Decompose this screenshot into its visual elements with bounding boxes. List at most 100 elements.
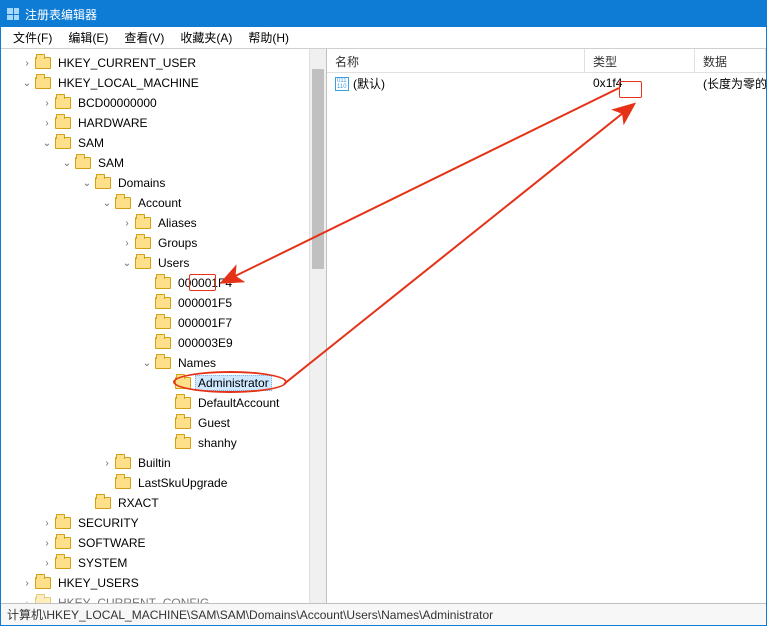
- cell-name: (默认): [327, 73, 585, 94]
- menu-edit[interactable]: 编辑(E): [60, 27, 116, 48]
- folder-icon: [55, 517, 71, 529]
- tree-node-rxact[interactable]: ·RXACT: [1, 493, 326, 513]
- tree-node-bcd[interactable]: ›BCD00000000: [1, 93, 326, 113]
- tree-node-software[interactable]: ›SOFTWARE: [1, 533, 326, 553]
- folder-icon: [175, 437, 191, 449]
- folder-icon: [155, 277, 171, 289]
- folder-icon: [175, 417, 191, 429]
- chevron-down-icon[interactable]: ⌄: [21, 78, 33, 89]
- list-header: 名称 类型 数据: [327, 49, 766, 73]
- tree-vertical-scrollbar[interactable]: [309, 49, 326, 603]
- folder-icon: [135, 237, 151, 249]
- folder-icon: [155, 357, 171, 369]
- column-data[interactable]: 数据: [695, 49, 766, 72]
- chevron-right-icon[interactable]: ›: [121, 238, 133, 249]
- scrollbar-thumb[interactable]: [312, 69, 324, 269]
- folder-icon: [55, 97, 71, 109]
- chevron-down-icon[interactable]: ⌄: [141, 358, 153, 369]
- tree-node-names[interactable]: ⌄Names: [1, 353, 326, 373]
- menu-favorites[interactable]: 收藏夹(A): [172, 27, 240, 48]
- folder-icon: [55, 117, 71, 129]
- tree-node-lastskuupgrade[interactable]: ·LastSkuUpgrade: [1, 473, 326, 493]
- tree-node-000001f5[interactable]: ·000001F5: [1, 293, 326, 313]
- chevron-right-icon[interactable]: ›: [41, 518, 53, 529]
- column-type[interactable]: 类型: [585, 49, 695, 72]
- folder-icon: [35, 57, 51, 69]
- chevron-right-icon[interactable]: ›: [41, 98, 53, 109]
- cell-type: 0x1f4: [585, 74, 695, 92]
- chevron-right-icon[interactable]: ›: [41, 538, 53, 549]
- chevron-right-icon[interactable]: ›: [121, 218, 133, 229]
- titlebar[interactable]: 注册表编辑器: [1, 1, 766, 27]
- folder-icon: [115, 197, 131, 209]
- chevron-right-icon[interactable]: ›: [101, 458, 113, 469]
- folder-icon: [135, 257, 151, 269]
- regedit-window: 注册表编辑器 文件(F) 编辑(E) 查看(V) 收藏夹(A) 帮助(H) ›H…: [0, 0, 767, 626]
- tree-node-builtin[interactable]: ›Builtin: [1, 453, 326, 473]
- tree-node-groups[interactable]: ›Groups: [1, 233, 326, 253]
- tree-node-domains[interactable]: ⌄Domains: [1, 173, 326, 193]
- folder-icon: [95, 177, 111, 189]
- tree-node-sam[interactable]: ⌄SAM: [1, 133, 326, 153]
- folder-icon: [35, 77, 51, 89]
- tree-node-hkcu[interactable]: ›HKEY_CURRENT_USER: [1, 53, 326, 73]
- tree-node-aliases[interactable]: ›Aliases: [1, 213, 326, 233]
- statusbar: 计算机\HKEY_LOCAL_MACHINE\SAM\SAM\Domains\A…: [1, 603, 766, 625]
- list-row[interactable]: (默认) 0x1f4 (长度为零的二: [327, 73, 766, 93]
- chevron-right-icon[interactable]: ›: [21, 578, 33, 589]
- tree-node-system[interactable]: ›SYSTEM: [1, 553, 326, 573]
- folder-icon: [55, 137, 71, 149]
- tree-pane: ›HKEY_CURRENT_USER ⌄HKEY_LOCAL_MACHINE ›…: [1, 49, 327, 603]
- list-pane: 名称 类型 数据 (默认) 0x1f4 (长度为零的二: [327, 49, 766, 603]
- folder-icon: [155, 317, 171, 329]
- menu-file[interactable]: 文件(F): [5, 27, 60, 48]
- tree-node-hklm[interactable]: ⌄HKEY_LOCAL_MACHINE: [1, 73, 326, 93]
- tree-node-administrator[interactable]: ·Administrator: [1, 373, 326, 393]
- chevron-right-icon[interactable]: ›: [41, 118, 53, 129]
- chevron-down-icon[interactable]: ⌄: [121, 258, 133, 269]
- column-name[interactable]: 名称: [327, 49, 585, 72]
- folder-icon: [115, 457, 131, 469]
- tree-node-sam2[interactable]: ⌄SAM: [1, 153, 326, 173]
- folder-icon: [155, 337, 171, 349]
- tree-node-account[interactable]: ⌄Account: [1, 193, 326, 213]
- content-area: ›HKEY_CURRENT_USER ⌄HKEY_LOCAL_MACHINE ›…: [1, 49, 766, 603]
- binary-value-icon: [335, 77, 349, 91]
- list-body[interactable]: (默认) 0x1f4 (长度为零的二: [327, 73, 766, 603]
- tree-node-000003e9[interactable]: ·000003E9: [1, 333, 326, 353]
- folder-icon: [175, 377, 191, 389]
- cell-data: (长度为零的二: [695, 73, 766, 94]
- tree-node-guest[interactable]: ·Guest: [1, 413, 326, 433]
- menubar: 文件(F) 编辑(E) 查看(V) 收藏夹(A) 帮助(H): [1, 27, 766, 49]
- folder-icon: [115, 477, 131, 489]
- status-path: 计算机\HKEY_LOCAL_MACHINE\SAM\SAM\Domains\A…: [7, 606, 493, 623]
- chevron-right-icon[interactable]: ›: [41, 558, 53, 569]
- chevron-down-icon[interactable]: ⌄: [41, 138, 53, 149]
- chevron-right-icon[interactable]: ›: [21, 58, 33, 69]
- chevron-down-icon[interactable]: ⌄: [81, 178, 93, 189]
- tree-node-hkcc[interactable]: ›HKEY_CURRENT_CONFIG: [1, 593, 326, 603]
- folder-icon: [155, 297, 171, 309]
- chevron-down-icon[interactable]: ⌄: [61, 158, 73, 169]
- folder-icon: [135, 217, 151, 229]
- folder-icon: [175, 397, 191, 409]
- tree-node-users[interactable]: ⌄Users: [1, 253, 326, 273]
- tree-node-hku[interactable]: ›HKEY_USERS: [1, 573, 326, 593]
- chevron-down-icon[interactable]: ⌄: [101, 198, 113, 209]
- tree-node-hardware[interactable]: ›HARDWARE: [1, 113, 326, 133]
- tree-node-defaultaccount[interactable]: ·DefaultAccount: [1, 393, 326, 413]
- tree-node-shanhy[interactable]: ·shanhy: [1, 433, 326, 453]
- tree-node-000001f4[interactable]: ·000001F4: [1, 273, 326, 293]
- folder-icon: [55, 537, 71, 549]
- tree-scroll[interactable]: ›HKEY_CURRENT_USER ⌄HKEY_LOCAL_MACHINE ›…: [1, 49, 326, 603]
- chevron-right-icon[interactable]: ›: [21, 598, 33, 604]
- menu-view[interactable]: 查看(V): [116, 27, 172, 48]
- folder-icon: [35, 597, 51, 603]
- menu-help[interactable]: 帮助(H): [240, 27, 297, 48]
- tree-node-security[interactable]: ›SECURITY: [1, 513, 326, 533]
- tree-node-000001f7[interactable]: ·000001F7: [1, 313, 326, 333]
- folder-icon: [35, 577, 51, 589]
- folder-icon: [55, 557, 71, 569]
- folder-icon: [95, 497, 111, 509]
- folder-icon: [75, 157, 91, 169]
